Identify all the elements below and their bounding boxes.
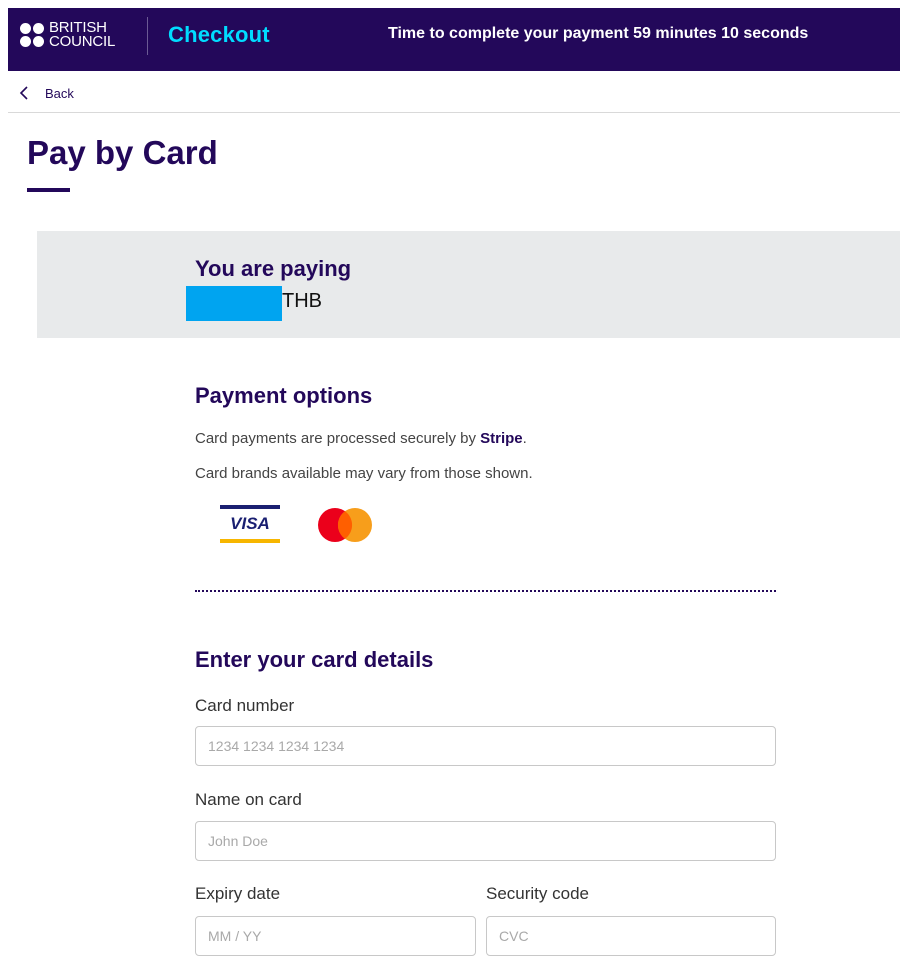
card-number-field-wrapper[interactable] [195,726,776,766]
security-code-label: Security code [486,884,589,903]
back-label[interactable]: Back [45,86,74,101]
back-link[interactable]: Back [17,84,74,102]
payment-options-heading: Payment options [195,383,373,408]
stripe-brand: Stripe [480,430,523,447]
nav-divider [8,112,900,113]
name-on-card-input[interactable] [208,833,763,849]
page-title: Pay by Card [27,134,218,171]
visa-logo-icon: VISA [220,505,280,543]
checkout-header: BRITISH COUNCIL Checkout Time to complet… [8,8,900,71]
amount-redaction [186,286,282,321]
chevron-left-icon [19,86,28,100]
name-on-card-label: Name on card [195,790,302,809]
card-details-heading: Enter your card details [195,647,434,672]
expiry-date-label: Expiry date [195,884,281,903]
security-code-input[interactable] [499,928,763,944]
card-brands-notice: Card brands available may vary from thos… [195,465,533,482]
expiry-date-input[interactable] [208,928,463,944]
payment-timer: Time to complete your payment 59 minutes… [388,25,809,42]
header-title: Checkout [168,22,270,47]
logo-wordmark: BRITISH COUNCIL [49,19,116,50]
payment-summary-panel [37,231,900,338]
logo-dots-icon [20,23,44,47]
header-divider [147,17,148,55]
paying-label: You are paying [195,256,352,281]
section-divider [195,590,776,592]
stripe-notice: Card payments are processed securely by … [195,430,527,447]
expiry-date-field-wrapper[interactable] [195,916,476,956]
british-council-logo[interactable]: BRITISH COUNCIL [20,18,115,52]
security-code-field-wrapper[interactable] [486,916,776,956]
name-on-card-field-wrapper[interactable] [195,821,776,861]
currency-code: THB [282,290,322,312]
card-number-label: Card number [195,696,295,715]
mastercard-logo-icon [318,508,372,542]
card-number-input[interactable] [208,738,763,754]
title-underline [27,188,70,192]
